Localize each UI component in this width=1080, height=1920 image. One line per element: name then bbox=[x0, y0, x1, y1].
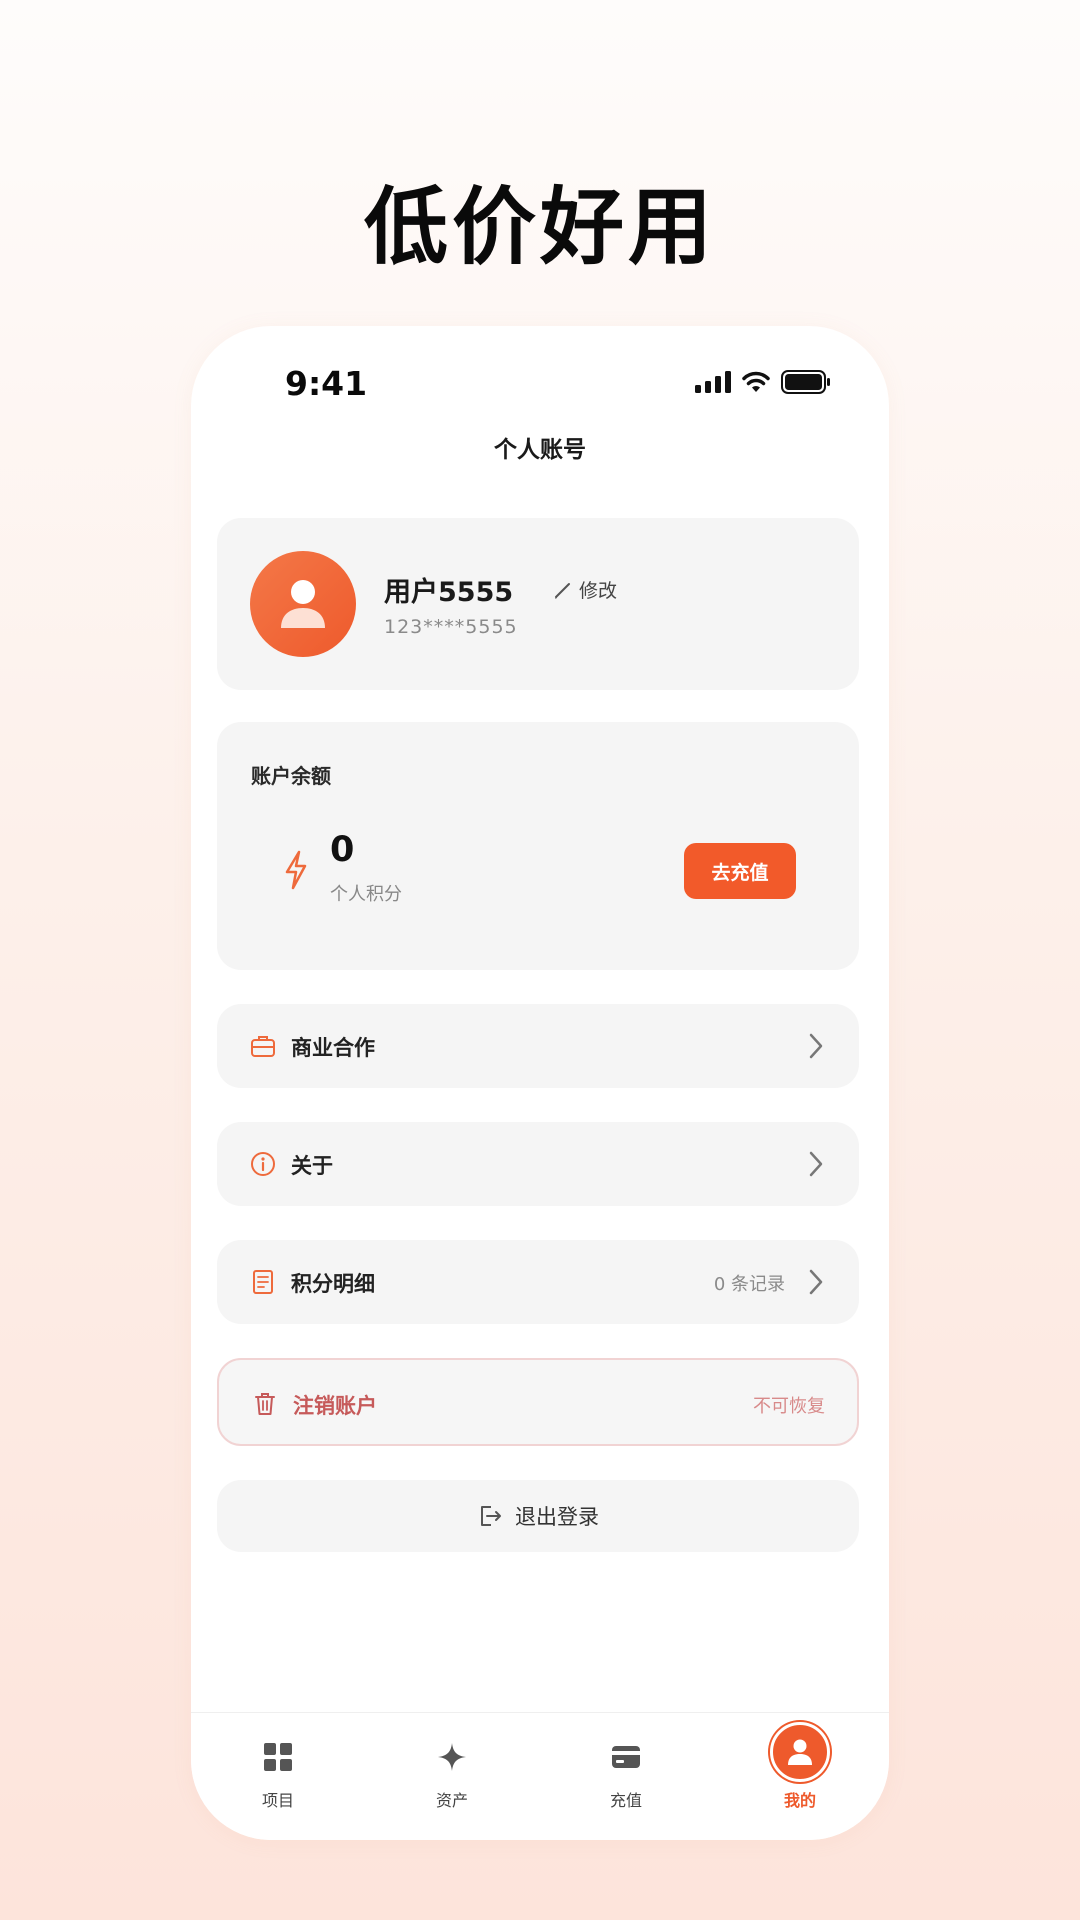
tab-label: 我的 bbox=[783, 1791, 816, 1810]
page-title: 个人账号 bbox=[494, 437, 586, 463]
card-icon bbox=[612, 1746, 640, 1768]
tab-label: 充值 bbox=[609, 1791, 642, 1810]
phone-number: 123****5555 bbox=[384, 616, 518, 638]
promo-headline: 低价好用 bbox=[363, 178, 716, 276]
briefcase-icon bbox=[251, 1036, 275, 1057]
menu-label-points-detail: 积分明细 bbox=[291, 1272, 375, 1296]
points-record-count: 0 条记录 bbox=[713, 1274, 785, 1295]
sparkle-icon bbox=[438, 1743, 466, 1771]
delete-warning: 不可恢复 bbox=[753, 1396, 825, 1417]
balance-label: 账户余额 bbox=[251, 764, 331, 788]
pencil-icon bbox=[555, 582, 570, 599]
menu-item-about[interactable]: 关于 bbox=[217, 1122, 859, 1206]
lightning-icon bbox=[285, 850, 307, 890]
menu-item-delete-account[interactable]: 注销账户 不可恢复 bbox=[217, 1358, 859, 1446]
edit-profile-button[interactable]: 修改 bbox=[553, 576, 617, 603]
logout-button[interactable]: 退出登录 bbox=[217, 1480, 859, 1552]
tab-label: 项目 bbox=[261, 1791, 294, 1810]
menu-item-business[interactable]: 商业合作 bbox=[217, 1004, 859, 1088]
edit-label: 修改 bbox=[579, 580, 618, 602]
tab-recharge[interactable]: 充值 bbox=[566, 1733, 686, 1811]
wifi-icon bbox=[742, 371, 770, 392]
menu-label-business: 商业合作 bbox=[291, 1036, 375, 1060]
logout-label: 退出登录 bbox=[515, 1505, 599, 1529]
tab-projects[interactable]: 项目 bbox=[218, 1733, 338, 1811]
logout-icon bbox=[481, 1506, 501, 1526]
chevron-right-icon bbox=[809, 1269, 823, 1295]
trash-icon bbox=[255, 1393, 275, 1415]
signal-icon bbox=[695, 371, 731, 393]
tab-label: 资产 bbox=[435, 1791, 468, 1810]
status-bar: 9:41 bbox=[191, 326, 889, 426]
chevron-right-icon bbox=[809, 1033, 823, 1059]
username: 用户5555 bbox=[384, 577, 514, 608]
profile-card: 用户5555 修改 123****5555 bbox=[217, 518, 859, 690]
tab-assets[interactable]: 资产 bbox=[392, 1733, 512, 1811]
receipt-icon bbox=[253, 1270, 273, 1294]
points-value: 0 bbox=[330, 830, 355, 870]
tab-mine[interactable]: 我的 bbox=[740, 1722, 860, 1811]
grid-icon bbox=[264, 1743, 292, 1771]
status-icons bbox=[695, 370, 831, 394]
bottom-tab-bar: 项目 资产 充值 我的 bbox=[191, 1712, 889, 1840]
avatar[interactable] bbox=[250, 551, 356, 657]
user-icon bbox=[281, 580, 325, 628]
points-label: 个人积分 bbox=[330, 884, 402, 905]
info-icon bbox=[251, 1152, 275, 1176]
active-tab-badge bbox=[770, 1722, 830, 1782]
menu-label-delete-account: 注销账户 bbox=[293, 1394, 377, 1418]
battery-icon bbox=[781, 370, 830, 394]
chevron-right-icon bbox=[809, 1151, 823, 1177]
menu-item-points-detail[interactable]: 积分明细 0 条记录 bbox=[217, 1240, 859, 1324]
recharge-button[interactable]: 去充值 bbox=[684, 843, 796, 899]
balance-card: 账户余额 0 个人积分 去充值 bbox=[217, 722, 859, 970]
user-icon bbox=[788, 1739, 812, 1765]
menu-label-about: 关于 bbox=[291, 1154, 333, 1178]
phone-screen: 9:41 个人账号 用户5555 修改 123****5555 账户余额 0 个… bbox=[191, 326, 889, 1840]
status-time: 9:41 bbox=[285, 364, 368, 403]
